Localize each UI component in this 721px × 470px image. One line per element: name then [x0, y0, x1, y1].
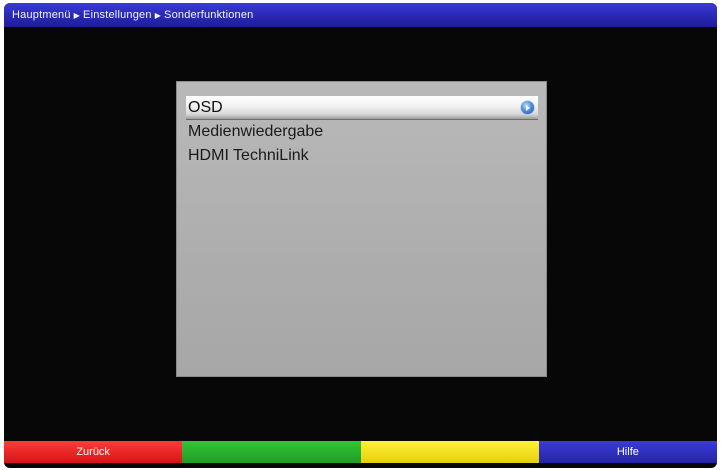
menu-item-medienwiedergabe[interactable]: Medienwiedergabe: [186, 120, 538, 144]
menu-item-label: HDMI TechniLink: [188, 147, 309, 164]
green-key-button[interactable]: [182, 441, 361, 463]
breadcrumb-item-hauptmenu[interactable]: Hauptmenü: [12, 9, 71, 21]
red-key-label: Zurück: [76, 446, 110, 458]
breadcrumb-item-einstellungen[interactable]: Einstellungen: [83, 9, 152, 21]
menu-item-label: Medienwiedergabe: [188, 123, 324, 140]
yellow-key-button[interactable]: [360, 441, 539, 463]
breadcrumb-item-sonderfunktionen: Sonderfunktionen: [164, 9, 254, 21]
triangle-right-icon: ▶: [73, 10, 81, 20]
breadcrumb: Hauptmenü ▶ Einstellungen ▶ Sonderfunkti…: [4, 3, 717, 27]
blue-key-help-button[interactable]: Hilfe: [538, 441, 717, 463]
menu-list: OSD Medienwiedergabe HDMI TechniLink: [186, 96, 538, 168]
menu-panel: OSD Medienwiedergabe HDMI TechniLink: [176, 81, 547, 377]
red-key-back-button[interactable]: Zurück: [4, 441, 183, 463]
menu-item-hdmi-technilink[interactable]: HDMI TechniLink: [186, 144, 538, 168]
blue-arrow-right-icon: [521, 101, 534, 114]
menu-item-label: OSD: [188, 99, 223, 116]
color-key-bar: Zurück Hilfe: [4, 441, 717, 463]
blue-key-label: Hilfe: [616, 446, 639, 458]
tv-screen: Hauptmenü ▶ Einstellungen ▶ Sonderfunkti…: [4, 3, 717, 468]
triangle-right-icon: ▶: [154, 10, 162, 20]
menu-item-osd[interactable]: OSD: [186, 96, 538, 120]
